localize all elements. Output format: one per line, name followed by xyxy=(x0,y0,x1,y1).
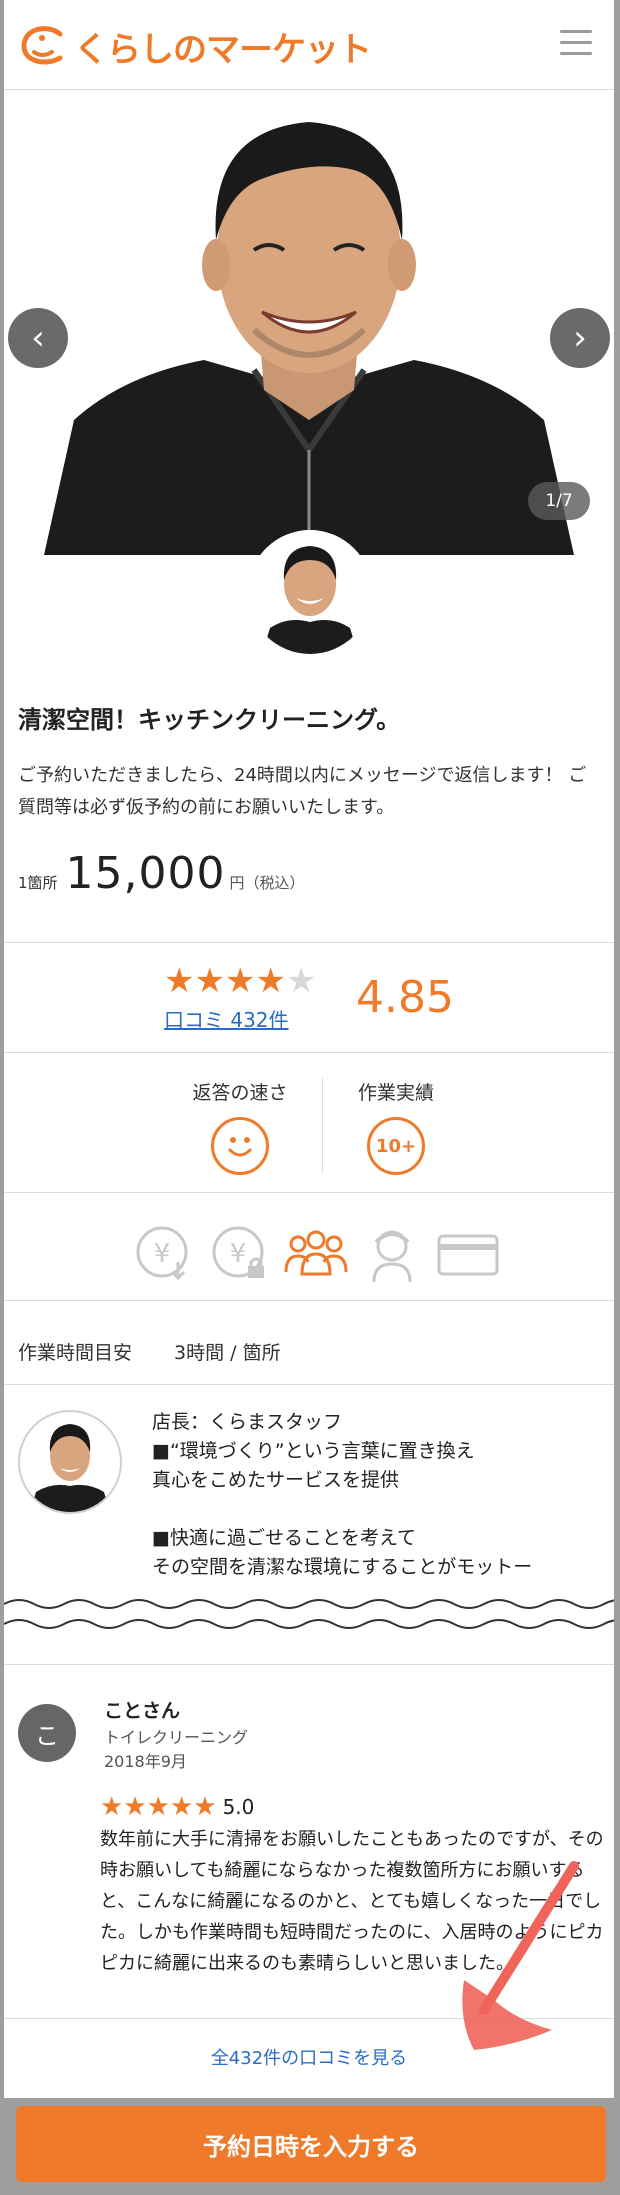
work-time-label: 作業時間目安 xyxy=(18,1342,133,1364)
price-value: 15,000 xyxy=(65,848,226,899)
review-count-link[interactable]: 口コミ 432件 xyxy=(164,1004,289,1033)
divider xyxy=(4,942,614,943)
metric-response: 返答の速さ xyxy=(150,1078,330,1175)
svg-text:¥: ¥ xyxy=(230,1239,247,1269)
smile-face-icon xyxy=(211,1117,269,1175)
star-icon: ★ xyxy=(146,1792,170,1822)
work-time-value: 3時間 / 箇所 xyxy=(174,1342,281,1364)
review-score: 5.0 xyxy=(222,1795,255,1819)
staff-line xyxy=(152,1495,602,1524)
reviewer-avatar: こ xyxy=(18,1704,76,1762)
metric-record-label: 作業実績 xyxy=(357,1082,434,1104)
logo[interactable]: くらしのマーケット xyxy=(20,18,372,74)
metric-record: 作業実績 10+ xyxy=(306,1078,486,1175)
shop-avatar xyxy=(248,530,372,654)
reviewer-name: ことさん xyxy=(104,1700,181,1722)
star-icon: ★ xyxy=(193,1792,217,1822)
staff-line: 真心をこめたサービスを提供 xyxy=(152,1469,400,1491)
logo-mark-icon xyxy=(21,26,63,65)
price-unit: 1箇所 xyxy=(18,874,58,892)
star-icon: ★ xyxy=(224,961,256,1001)
star-empty-icon: ★ xyxy=(285,961,317,1001)
divider xyxy=(4,1384,614,1385)
divider xyxy=(4,1192,614,1193)
star-icon: ★ xyxy=(255,961,286,1001)
divider xyxy=(4,1052,614,1053)
footer-bar: 予約日時を入力する xyxy=(4,2098,614,2195)
read-more-wave[interactable] xyxy=(4,1592,614,1640)
listing-title: 清潔空間！キッチンクリーニング。 xyxy=(18,706,401,734)
chevron-left-icon[interactable]: ‹ xyxy=(8,308,68,368)
staff-intro: 店長：くらまスタッフ ■“環境づくり”という言葉に置き換え 真心をこめたサービス… xyxy=(152,1408,602,1582)
review-stars: ★ ★ ★ ★ ★ 5.0 xyxy=(100,1794,254,1820)
star-icon: ★ xyxy=(123,1792,147,1822)
yen-lock-icon: ¥ xyxy=(202,1222,278,1286)
metric-response-label: 返答の速さ xyxy=(192,1082,288,1104)
divider xyxy=(4,1664,614,1665)
star-icon: ★ xyxy=(100,1792,124,1822)
page: くらしのマーケット ‹ › 1/7 清潔空間！キッチンクリーニング。 ご予約いた… xyxy=(4,0,614,2195)
star-icon: ★ xyxy=(194,961,225,1001)
reviewer-service: トイレクリーニング xyxy=(104,1728,249,1747)
rating-value: 4.85 xyxy=(356,972,454,1023)
logo-text: くらしのマーケット xyxy=(74,29,372,70)
price-suffix: 円（税込） xyxy=(229,874,305,892)
star-icon: ★ xyxy=(164,961,195,1001)
divider xyxy=(4,1300,614,1301)
feature-icons: ¥ ¥ xyxy=(126,1222,506,1286)
staff-avatar xyxy=(18,1410,122,1514)
female-staff-icon xyxy=(354,1222,430,1286)
staff-line: ■快適に過ごせることを考えて xyxy=(152,1527,417,1549)
hero-photo xyxy=(4,90,614,555)
header: くらしのマーケット xyxy=(4,0,614,90)
star-icon: ★ xyxy=(169,1792,194,1822)
record-badge: 10+ xyxy=(367,1117,425,1175)
chevron-right-icon[interactable]: › xyxy=(550,308,610,368)
reserve-button[interactable]: 予約日時を入力する xyxy=(16,2106,606,2182)
review-date: 2018年9月 xyxy=(104,1752,187,1771)
staff-line: その空間を清潔な環境にすることがモットー xyxy=(152,1556,533,1578)
yen-download-icon: ¥ xyxy=(126,1222,202,1286)
photo-counter: 1/7 xyxy=(528,482,590,520)
rating-stars: ★ ★ ★ ★ ★ xyxy=(164,964,316,998)
svg-text:¥: ¥ xyxy=(154,1239,171,1269)
listing-description: ご予約いただきましたら、24時間以内にメッセージで返信します！ ご質問等は必ず仮… xyxy=(18,765,587,818)
staff-line: ■“環境づくり”という言葉に置き換え xyxy=(152,1440,475,1462)
hamburger-icon[interactable] xyxy=(560,30,592,56)
price-row: 1箇所 15,000 円（税込） xyxy=(18,848,305,899)
photo-gallery[interactable]: ‹ › 1/7 xyxy=(4,90,614,555)
people-group-icon xyxy=(278,1222,354,1286)
credit-card-icon xyxy=(430,1222,506,1286)
staff-line: 店長：くらまスタッフ xyxy=(152,1411,343,1433)
work-time: 作業時間目安 3時間 / 箇所 xyxy=(18,1338,281,1365)
arrow-annotation-icon xyxy=(462,1861,579,2050)
